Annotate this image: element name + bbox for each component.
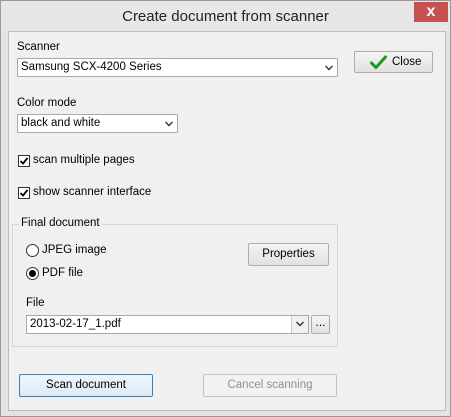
close-button[interactable]: Close bbox=[354, 51, 433, 73]
scanner-label: Scanner bbox=[17, 41, 60, 53]
scan-multiple-pages-label[interactable]: scan multiple pages bbox=[33, 154, 135, 166]
window-title: Create document from scanner bbox=[122, 8, 329, 25]
file-combobox-value: 2013-02-17_1.pdf bbox=[30, 318, 121, 330]
scanner-select[interactable]: Samsung SCX-4200 Series bbox=[17, 58, 338, 77]
chevron-down-icon bbox=[165, 121, 173, 127]
file-label: File bbox=[26, 297, 45, 309]
show-scanner-interface-checkbox[interactable] bbox=[18, 187, 30, 199]
window-close-button[interactable]: x bbox=[414, 2, 448, 22]
color-mode-select-value: black and white bbox=[21, 117, 101, 129]
dialog-client-area: Scanner Samsung SCX-4200 Series Close Co… bbox=[8, 31, 446, 411]
check-icon bbox=[370, 55, 387, 69]
jpeg-image-label[interactable]: JPEG image bbox=[42, 244, 107, 256]
title-bar[interactable]: Create document from scanner x bbox=[1, 1, 450, 31]
checkmark-icon bbox=[19, 189, 29, 197]
dialog-window: Create document from scanner x Scanner S… bbox=[0, 0, 451, 417]
cancel-scanning-button[interactable]: Cancel scanning bbox=[203, 374, 337, 397]
scanner-select-value: Samsung SCX-4200 Series bbox=[21, 61, 162, 73]
properties-button[interactable]: Properties bbox=[248, 243, 329, 266]
color-mode-label: Color mode bbox=[17, 97, 77, 109]
color-mode-select[interactable]: black and white bbox=[17, 114, 178, 133]
scan-document-button[interactable]: Scan document bbox=[19, 374, 153, 397]
chevron-down-icon bbox=[325, 65, 333, 71]
pdf-file-radio[interactable] bbox=[26, 267, 39, 280]
close-button-label: Close bbox=[392, 56, 422, 68]
browse-button[interactable]: ... bbox=[311, 315, 330, 334]
chevron-down-icon bbox=[296, 321, 304, 327]
checkmark-icon bbox=[19, 157, 29, 165]
jpeg-image-radio[interactable] bbox=[26, 244, 39, 257]
show-scanner-interface-label[interactable]: show scanner interface bbox=[33, 186, 151, 198]
scan-multiple-pages-checkbox[interactable] bbox=[18, 155, 30, 167]
file-combobox[interactable]: 2013-02-17_1.pdf bbox=[26, 315, 309, 334]
pdf-file-label[interactable]: PDF file bbox=[42, 267, 83, 279]
final-document-label: Final document bbox=[19, 217, 102, 229]
file-dropdown-button[interactable] bbox=[291, 316, 308, 333]
